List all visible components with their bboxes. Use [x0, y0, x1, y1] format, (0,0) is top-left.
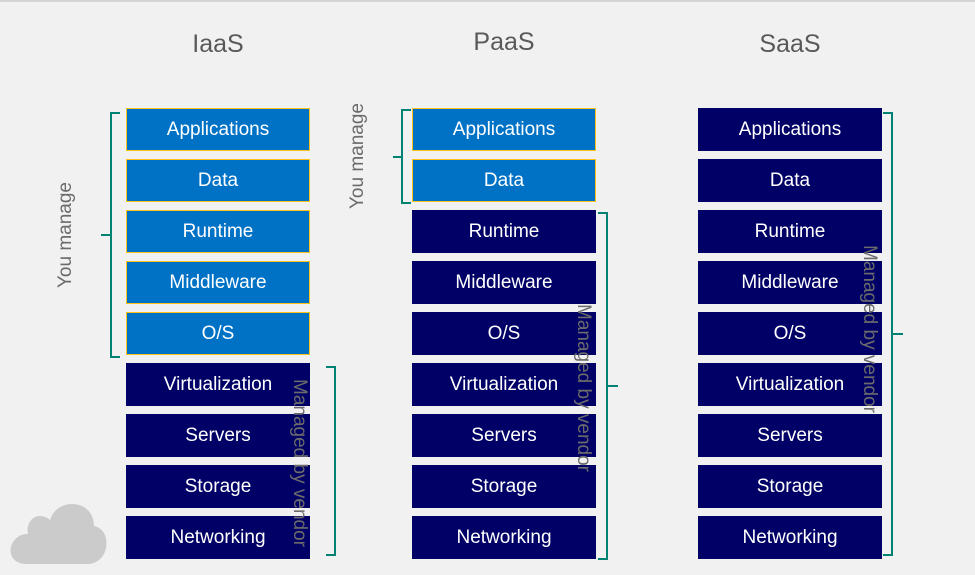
paas-layer-middleware: Middleware: [412, 261, 596, 304]
iaas-layer-applications: Applications: [126, 108, 310, 151]
layer-label: O/S: [487, 322, 521, 344]
iaas-you-manage-tick: [101, 234, 111, 236]
iaas-layer-data: Data: [126, 159, 310, 202]
iaas-vendor-bracket: [326, 366, 336, 556]
saas-layer-storage: Storage: [698, 465, 882, 508]
layer-label: Applications: [166, 118, 270, 140]
saas-layer-applications: Applications: [698, 108, 882, 151]
iaas-you-manage-bracket: [110, 112, 120, 358]
layer-label: Storage: [184, 475, 252, 497]
paas-layer-servers: Servers: [412, 414, 596, 457]
cloud-icon: [10, 504, 107, 564]
iaas-vendor-label: Managed by vendor: [288, 379, 310, 547]
saas-layer-runtime: Runtime: [698, 210, 882, 253]
layer-label: Applications: [452, 118, 556, 140]
paas-you-manage-tick: [393, 156, 403, 158]
saas-vendor-tick: [893, 333, 903, 335]
iaas-title: IaaS: [192, 30, 244, 58]
paas-vendor-bracket: [598, 212, 608, 560]
saas-vendor-label: Managed by vendor: [858, 245, 880, 413]
layer-label: Middleware: [169, 271, 267, 293]
layer-label: O/S: [201, 322, 235, 344]
iaas-layer-storage: Storage: [126, 465, 310, 508]
layer-label: Storage: [470, 475, 538, 497]
layer-label: Networking: [456, 526, 552, 548]
saas-layer-networking: Networking: [698, 516, 882, 559]
saas-title: SaaS: [759, 30, 821, 58]
paas-you-manage-label: You manage: [347, 102, 369, 210]
paas-layer-runtime: Runtime: [412, 210, 596, 253]
saas-stack: Applications Data Runtime Middleware O/S Virt…: [698, 108, 882, 567]
layer-label: Virtualization: [449, 373, 559, 395]
layer-label: Networking: [170, 526, 266, 548]
layer-label: Servers: [185, 424, 251, 446]
saas-layer-virtualization: Virtualization: [698, 363, 882, 406]
saas-layer-data: Data: [698, 159, 882, 202]
paas-layer-applications: Applications: [412, 108, 596, 151]
layer-label: Servers: [471, 424, 537, 446]
saas-layer-servers: Servers: [698, 414, 882, 457]
layer-label: Data: [483, 169, 525, 191]
paas-stack: Applications Data Runtime Middleware O/S Virt…: [412, 108, 596, 567]
paas-layer-virtualization: Virtualization: [412, 363, 596, 406]
layer-label: O/S: [773, 322, 807, 344]
saas-vendor-bracket: [883, 112, 893, 556]
iaas-layer-o-s: O/S: [126, 312, 310, 355]
saas-layer-middleware: Middleware: [698, 261, 882, 304]
layer-label: Applications: [738, 118, 842, 140]
iaas-layer-servers: Servers: [126, 414, 310, 457]
paas-layer-o-s: O/S: [412, 312, 596, 355]
paas-vendor-tick: [608, 385, 618, 387]
iaas-layer-middleware: Middleware: [126, 261, 310, 304]
layer-label: Virtualization: [163, 373, 273, 395]
iaas-you-manage-label: You manage: [55, 181, 77, 289]
layer-label: Runtime: [754, 220, 826, 242]
paas-layer-data: Data: [412, 159, 596, 202]
paas-layer-networking: Networking: [412, 516, 596, 559]
iaas-layer-runtime: Runtime: [126, 210, 310, 253]
layer-label: Runtime: [182, 220, 254, 242]
iaas-layer-virtualization: Virtualization: [126, 363, 310, 406]
iaas-stack: Applications Data Runtime Middleware O/S Virt…: [126, 108, 310, 567]
iaas-layer-networking: Networking: [126, 516, 310, 559]
layer-label: Data: [197, 169, 239, 191]
layer-label: Storage: [756, 475, 824, 497]
layer-label: Virtualization: [735, 373, 845, 395]
saas-layer-o-s: O/S: [698, 312, 882, 355]
layer-label: Middleware: [455, 271, 553, 293]
layer-label: Servers: [757, 424, 823, 446]
paas-vendor-label: Managed by vendor: [572, 304, 594, 472]
paas-layer-storage: Storage: [412, 465, 596, 508]
layer-label: Networking: [742, 526, 838, 548]
layer-label: Data: [769, 169, 811, 191]
layer-label: Middleware: [741, 271, 839, 293]
paas-title: PaaS: [473, 28, 535, 56]
layer-label: Runtime: [468, 220, 540, 242]
